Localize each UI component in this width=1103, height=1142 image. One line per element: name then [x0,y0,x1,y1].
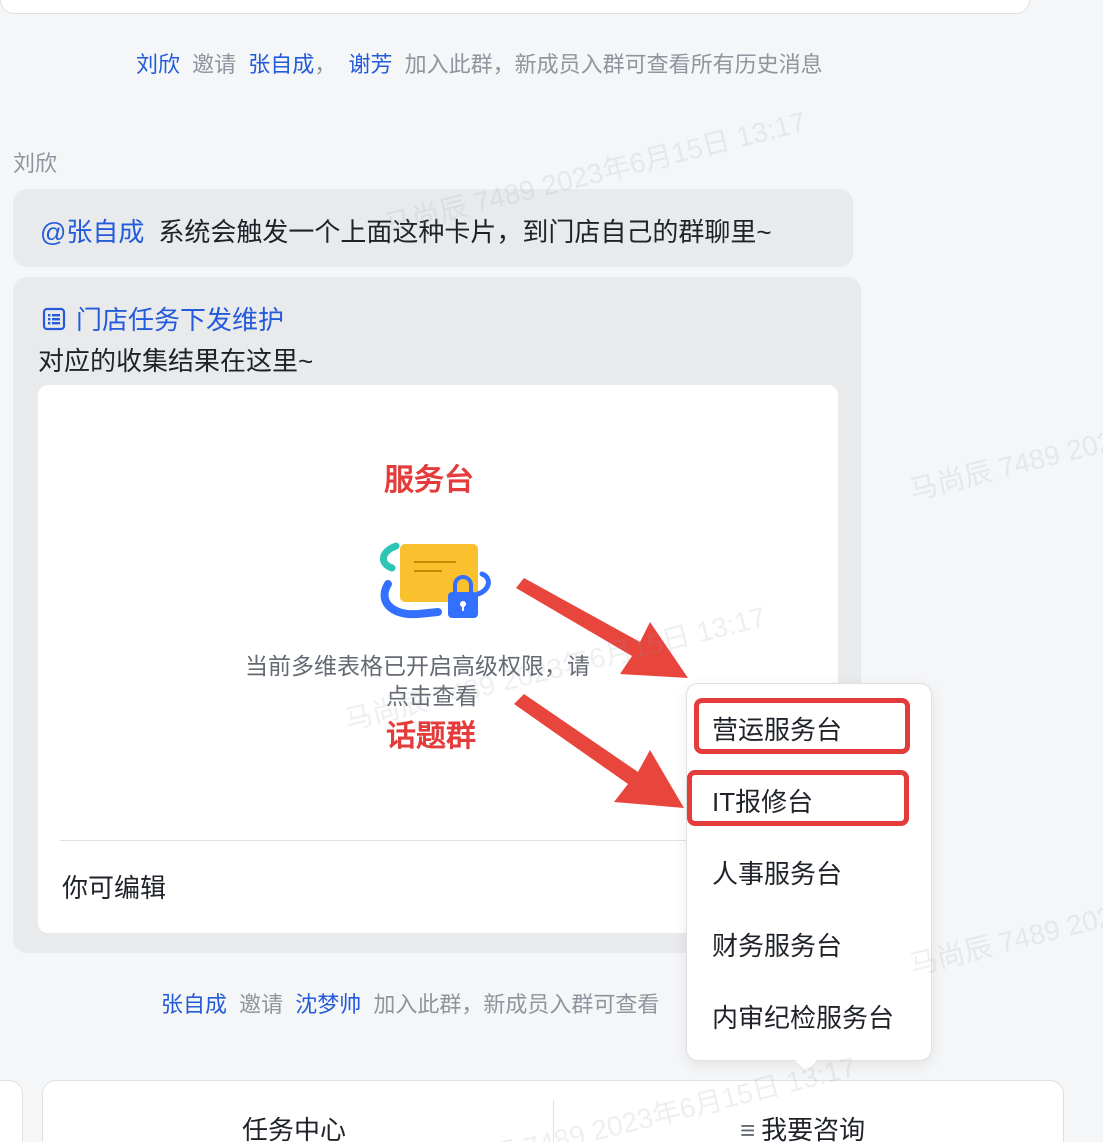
red-arrow-annotation [514,694,684,808]
user-link-inviter[interactable]: 张自成 [161,992,227,1017]
annotation-highlight-box [687,770,909,826]
menu-lines-icon: ≡ [740,1115,756,1142]
red-arrow-annotation [516,578,688,678]
verb-text: 邀请 [239,992,284,1017]
system-message-tail: 加入此群，新成员入群可查看 [373,992,660,1017]
system-message-invite: 张自成 邀请 沈梦帅 加入此群，新成员入群可查看 [161,987,659,1019]
user-link-invitee[interactable]: 沈梦帅 [295,992,361,1017]
system-message-tail: 加入此群，新成员入群可查看所有历史消息 [404,52,823,77]
watermark: 马尚辰 7489 2023年6月15日 13:17 [906,846,1103,981]
watermark: 马尚辰 7489 2023年6月15日 13:17 [906,371,1103,506]
annotation-label-topic-group: 话题群 [386,720,476,753]
verb-text: 邀请 [192,52,237,77]
system-message-invite: 刘欣 邀请 张自成， 谢芳 加入此群，新成员入群可查看所有历史消息 [136,47,823,79]
menu-item-audit-desk[interactable]: 内审纪检服务台 [712,998,894,1035]
message-bubble[interactable]: @张自成 系统会触发一个上面这种卡片，到门店自己的群聊里~ [13,189,853,267]
message-sender-name[interactable]: 刘欣 [13,146,57,178]
user-link-inviter[interactable]: 刘欣 [136,52,180,77]
message-subtitle: 对应的收集结果在这里~ [38,346,314,376]
user-link-invitee[interactable]: 张自成 [248,52,314,77]
previous-card [0,0,1030,14]
doc-link[interactable]: 门店任务下发维护 [41,300,284,337]
view-link[interactable]: 点击查看 [386,677,478,711]
locked-table-illustration [380,542,491,619]
consult-tab[interactable]: ≡ 我要咨询 [740,1110,865,1142]
mention-link[interactable]: @张自成 [40,217,144,247]
annotation-highlight-box [694,698,910,754]
user-link-invitee[interactable]: 谢芳 [348,52,392,77]
consult-tab-label: 我要咨询 [761,1115,866,1142]
task-center-tab[interactable]: 任务中心 [242,1110,346,1142]
bottom-left-stub [0,1080,23,1142]
message-text: 系统会触发一个上面这种卡片，到门店自己的群聊里~ [158,217,772,247]
separator-text: ， [314,52,337,77]
annotation-label-service-desk: 服务台 [384,464,474,497]
menu-item-hr-desk[interactable]: 人事服务台 [712,854,842,891]
edit-permission-text: 你可编辑 [62,873,167,903]
doc-title: 门店任务下发维护 [76,305,285,335]
menu-item-finance-desk[interactable]: 财务服务台 [712,926,842,963]
card-divider [60,840,720,841]
tab-separator [553,1100,554,1142]
document-list-icon [42,307,66,330]
